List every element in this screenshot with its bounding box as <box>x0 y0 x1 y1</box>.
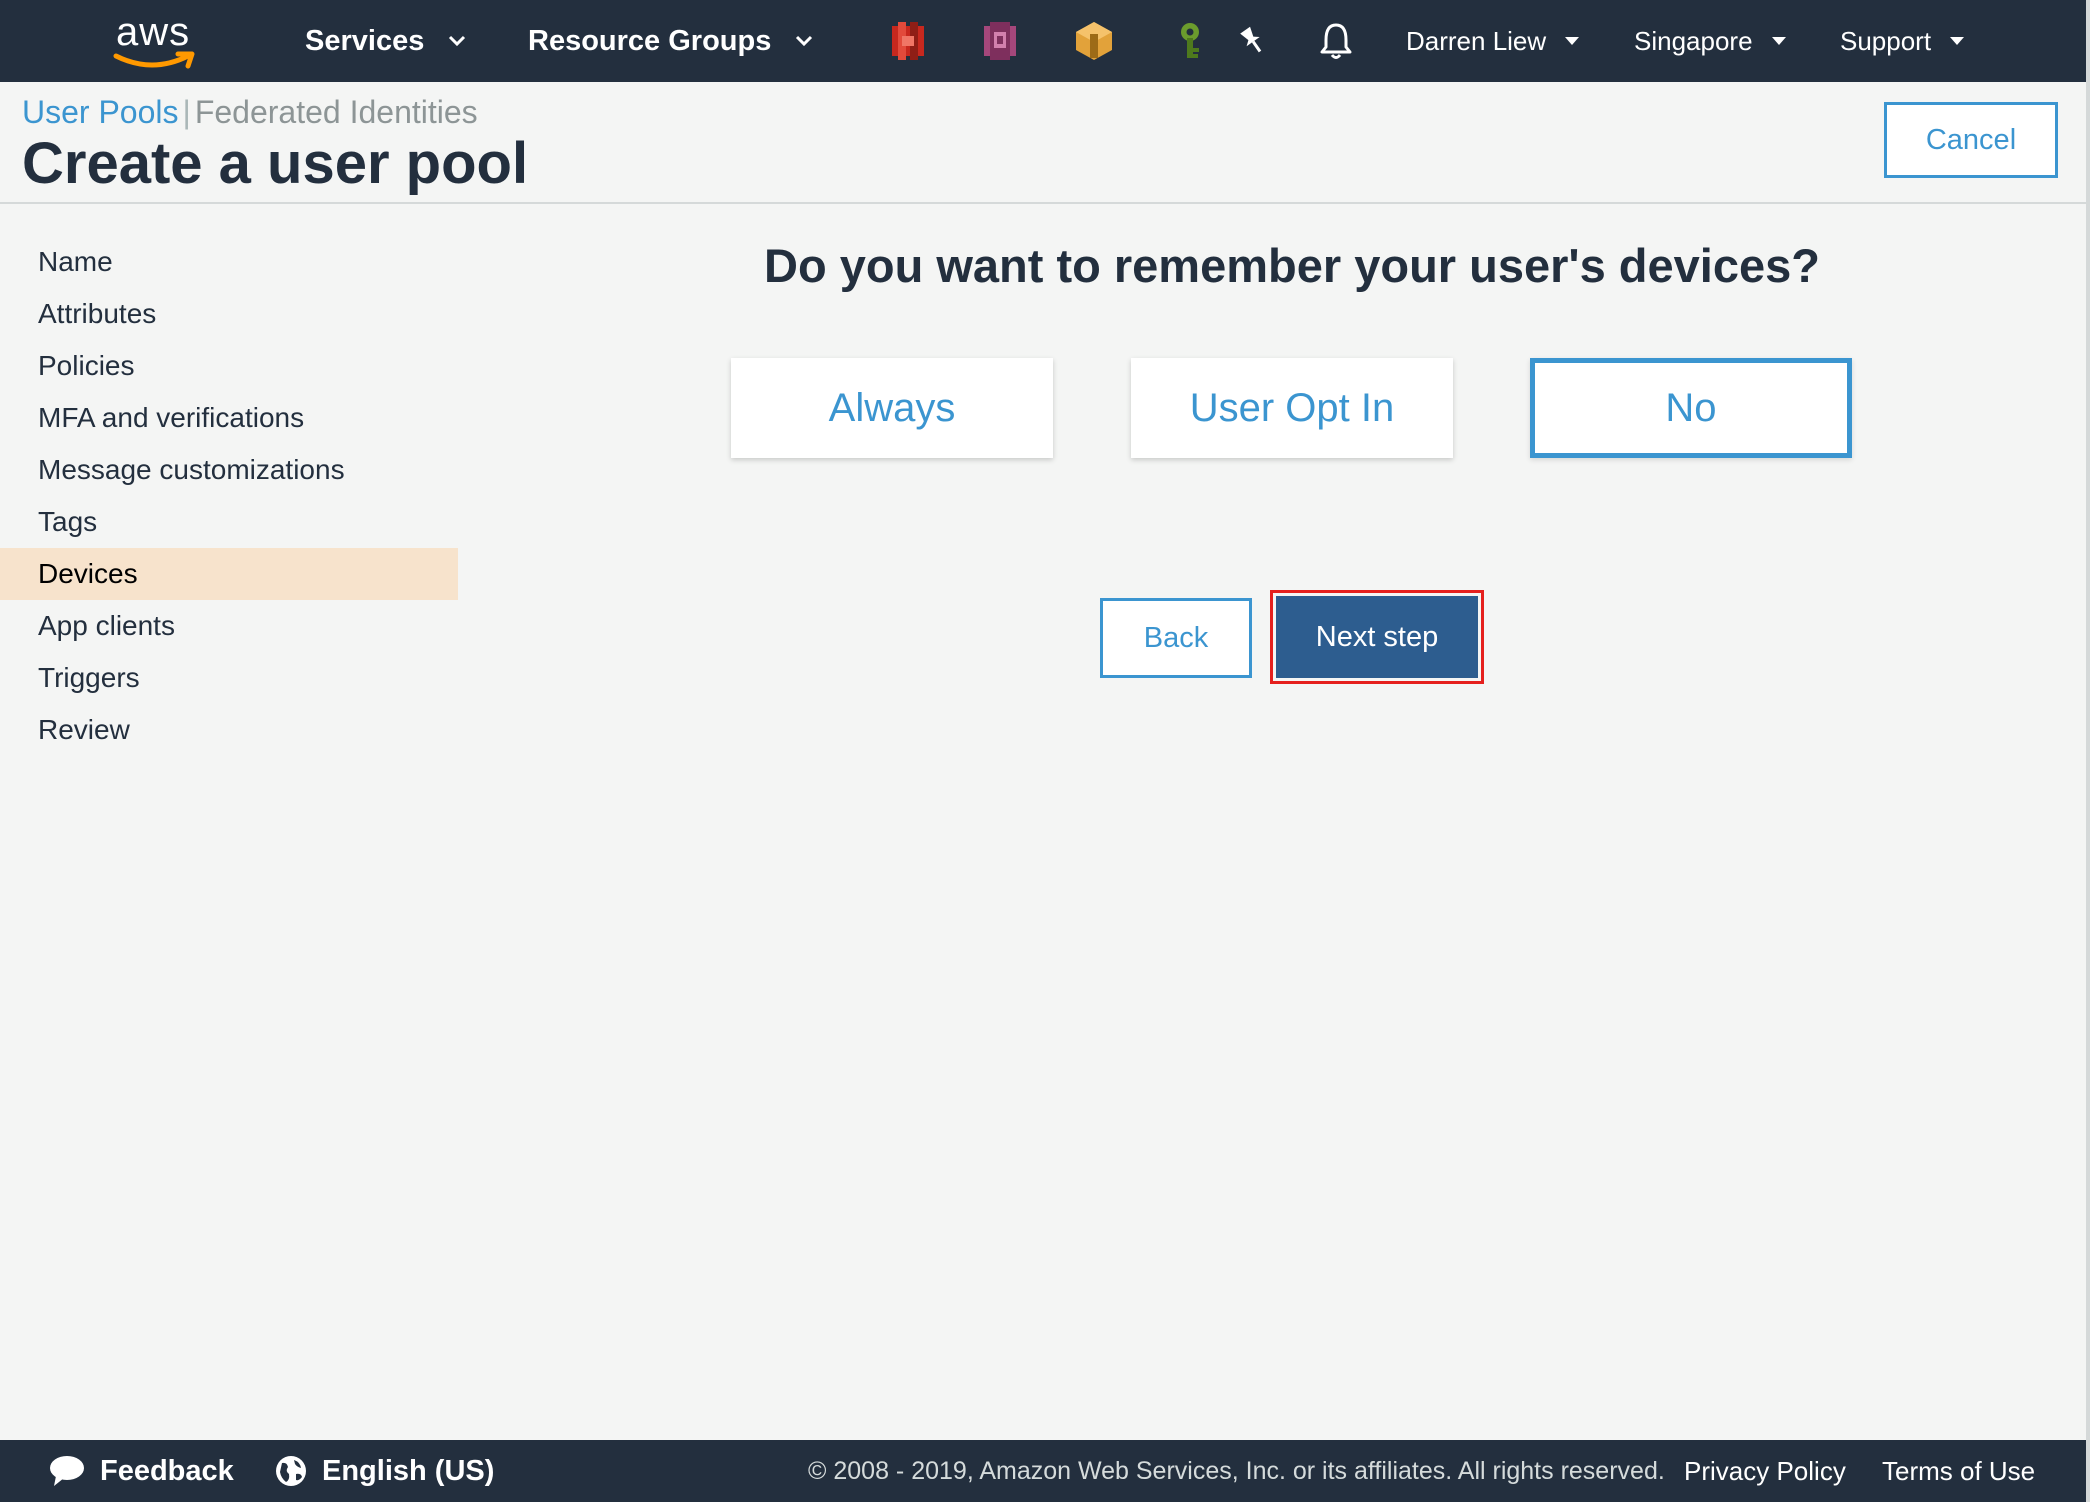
bell-icon[interactable] <box>1316 20 1356 62</box>
speech-bubble-icon <box>48 1454 86 1488</box>
cancel-button[interactable]: Cancel <box>1884 102 2058 178</box>
chevron-down-icon <box>795 35 813 47</box>
sidebar-item-message-customizations[interactable]: Message customizations <box>0 444 458 496</box>
terms-of-use-link[interactable]: Terms of Use <box>1882 1440 2035 1502</box>
feedback-link[interactable]: Feedback <box>48 1440 234 1502</box>
resource-groups-menu[interactable]: Resource Groups <box>528 0 813 82</box>
sidebar-item-review[interactable]: Review <box>0 704 458 756</box>
chevron-down-icon <box>448 35 466 47</box>
breadcrumb: User Pools | Federated Identities <box>22 94 478 131</box>
aws-smile-icon <box>113 51 195 69</box>
top-navigation-bar: aws Services Resource Groups Darren Liew… <box>0 0 2090 82</box>
account-menu[interactable]: Darren Liew <box>1406 0 1580 82</box>
resource-groups-label: Resource Groups <box>528 24 772 57</box>
federated-identities-link[interactable]: Federated Identities <box>195 94 478 130</box>
key-icon[interactable] <box>1170 20 1210 62</box>
aws-service-red-icon[interactable] <box>888 20 928 62</box>
caret-down-icon <box>1771 36 1787 46</box>
globe-icon <box>274 1454 308 1488</box>
device-question-heading: Do you want to remember your user's devi… <box>764 239 1820 292</box>
support-label: Support <box>1840 25 1932 56</box>
caret-down-icon <box>1564 36 1580 46</box>
region-label: Singapore <box>1634 25 1753 56</box>
privacy-policy-link[interactable]: Privacy Policy <box>1684 1440 1846 1502</box>
services-menu[interactable]: Services <box>305 0 466 82</box>
services-label: Services <box>305 24 425 57</box>
sidebar-item-app-clients[interactable]: App clients <box>0 600 458 652</box>
sidebar-item-policies[interactable]: Policies <box>0 340 458 392</box>
language-selector[interactable]: English (US) <box>274 1440 494 1502</box>
window-edge-divider <box>2086 0 2090 1502</box>
option-always-button[interactable]: Always <box>731 358 1053 458</box>
user-pools-link[interactable]: User Pools <box>22 94 179 130</box>
account-label: Darren Liew <box>1406 25 1547 56</box>
sidebar-item-name[interactable]: Name <box>0 236 458 288</box>
sidebar-item-devices[interactable]: Devices <box>0 548 458 600</box>
sidebar-item-tags[interactable]: Tags <box>0 496 458 548</box>
sidebar-item-attributes[interactable]: Attributes <box>0 288 458 340</box>
wizard-steps-sidebar: Name Attributes Policies MFA and verific… <box>0 236 458 756</box>
feedback-label: Feedback <box>100 1454 234 1487</box>
pin-icon[interactable] <box>1232 20 1272 62</box>
aws-logo[interactable]: aws <box>112 10 202 70</box>
caret-down-icon <box>1949 36 1965 46</box>
back-button[interactable]: Back <box>1100 598 1252 678</box>
option-no-button[interactable]: No <box>1530 358 1852 458</box>
region-menu[interactable]: Singapore <box>1634 0 1787 82</box>
page-header: User Pools | Federated Identities Create a… <box>0 82 2090 204</box>
breadcrumb-separator: | <box>182 94 191 130</box>
sidebar-item-mfa-and-verifications[interactable]: MFA and verifications <box>0 392 458 444</box>
copyright-text: © 2008 - 2019, Amazon Web Services, Inc.… <box>808 1456 1665 1485</box>
footer-bar: Feedback English (US) © 2008 - 2019, Ama… <box>0 1440 2090 1502</box>
support-menu[interactable]: Support <box>1840 0 1965 82</box>
sidebar-item-triggers[interactable]: Triggers <box>0 652 458 704</box>
next-step-button[interactable]: Next step <box>1276 596 1478 678</box>
cognito-icon[interactable] <box>980 20 1020 62</box>
page-title: Create a user pool <box>22 131 529 196</box>
language-label: English (US) <box>322 1454 495 1487</box>
aws-service-orange-icon[interactable] <box>1074 20 1114 62</box>
option-user-opt-in-button[interactable]: User Opt In <box>1131 358 1453 458</box>
